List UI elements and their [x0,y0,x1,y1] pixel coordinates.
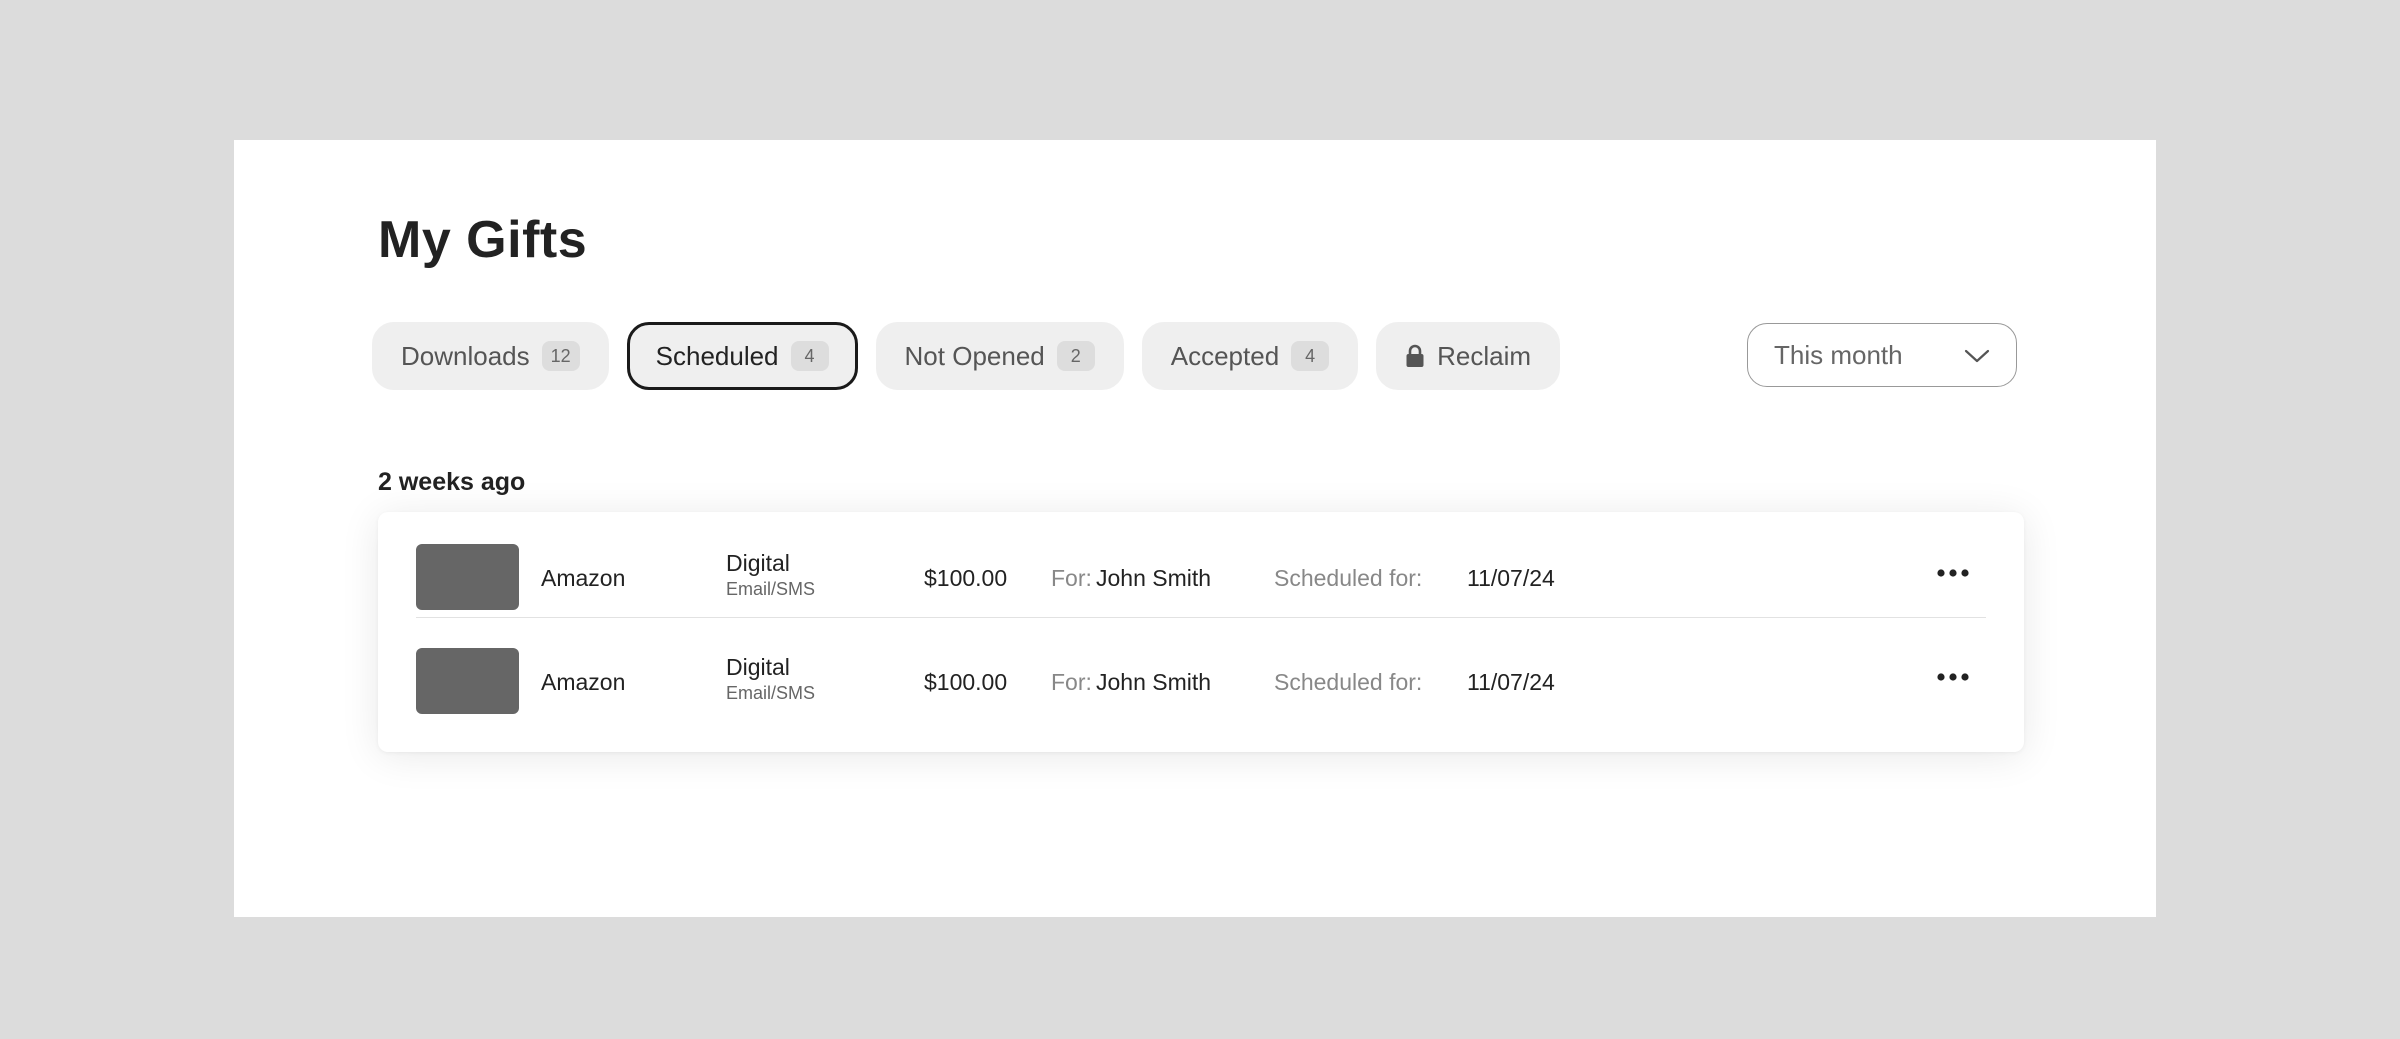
section-date-label: 2 weeks ago [378,468,526,496]
tab-count-badge: 2 [1056,341,1095,371]
gift-delivery-method: Email/SMS [726,683,816,703]
tab-count-badge: 4 [790,341,829,371]
scheduled-label: Scheduled for: [1274,565,1423,591]
tab-label: Reclaim [1437,340,1532,371]
gift-amount: $100.00 [924,565,1008,591]
period-select[interactable]: This month [1747,323,2017,387]
tab-downloads[interactable]: Downloads 12 [372,322,609,390]
filter-tabs: Downloads 12 Scheduled 4 Not Opened 2 Ac… [372,322,1561,390]
gift-row[interactable]: Amazon Digital Email/SMS $100.00 For: Jo… [416,512,1986,618]
tab-label: Accepted [1170,340,1280,371]
gift-brand: Amazon [541,565,626,591]
gift-type: Digital [726,654,790,680]
tab-accepted[interactable]: Accepted 4 [1141,322,1359,390]
gift-brand: Amazon [541,669,626,695]
more-options-button[interactable] [1933,664,1973,690]
tab-count-badge: 12 [541,341,580,371]
recipient-label: For: [1051,669,1092,695]
recipient-name: John Smith [1096,669,1212,695]
period-select-value: This month [1774,339,1903,370]
chevron-down-icon [1964,340,1990,371]
main-panel: My Gifts Downloads 12 Scheduled 4 Not Op… [234,140,2156,917]
more-horizontal-icon [1937,569,1969,577]
scheduled-date: 11/07/24 [1467,565,1555,591]
tab-scheduled[interactable]: Scheduled 4 [626,322,858,390]
recipient-name: John Smith [1096,565,1212,591]
gift-card-thumbnail [416,544,519,610]
more-options-button[interactable] [1933,560,1973,586]
gift-amount: $100.00 [924,669,1008,695]
gift-type: Digital [726,550,790,576]
more-horizontal-icon [1937,673,1969,681]
tab-label: Scheduled [655,340,779,371]
gift-list-card: Amazon Digital Email/SMS $100.00 For: Jo… [378,512,2024,752]
page-title: My Gifts [378,211,588,269]
tab-label: Not Opened [904,340,1045,371]
scheduled-label: Scheduled for: [1274,669,1423,695]
gift-delivery-method: Email/SMS [726,579,816,599]
recipient-label: For: [1051,565,1092,591]
lock-icon [1405,344,1425,368]
scheduled-date: 11/07/24 [1467,669,1555,695]
tab-count-badge: 4 [1291,341,1330,371]
tab-not-opened[interactable]: Not Opened 2 [875,322,1124,390]
tab-label: Downloads [401,340,530,371]
gift-card-thumbnail [416,648,519,714]
tab-reclaim[interactable]: Reclaim [1376,322,1561,390]
gift-row[interactable]: Amazon Digital Email/SMS $100.00 For: Jo… [416,618,1986,723]
